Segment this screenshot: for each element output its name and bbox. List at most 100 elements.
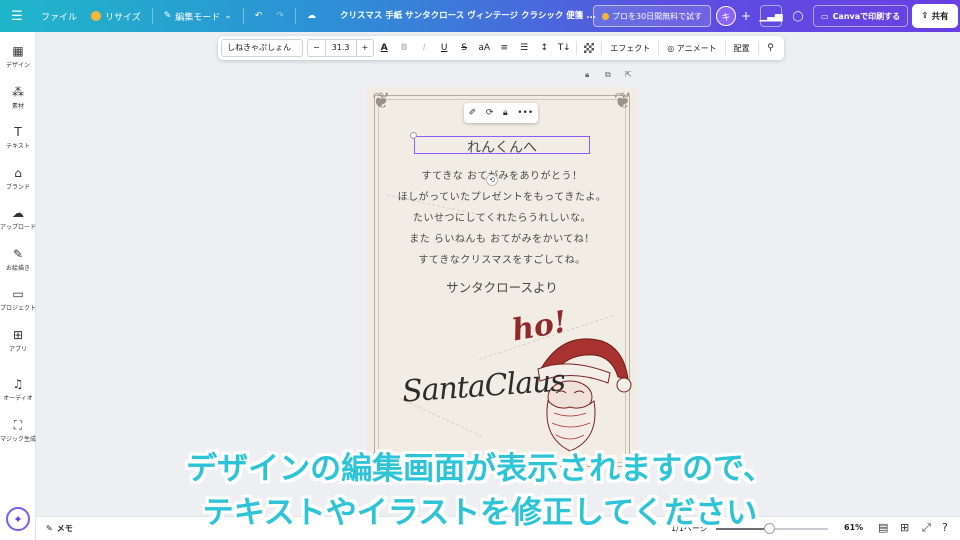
text-format-toolbar: しねきゃぷしょん − 31.3 + A B I U S aA ≡ ☰ ↕ T↓ … <box>218 36 784 60</box>
letter-line[interactable]: すてきなクリスマスをすごしてね。 <box>366 251 638 266</box>
sidebar-item-label: マジック生成 <box>0 436 37 443</box>
redo-button[interactable]: ↷ <box>269 0 291 32</box>
lock-page-icon[interactable]: 🔒︎ <box>585 70 589 80</box>
letter-line[interactable]: ほしがっていたプレゼントをもってきたよ。 <box>366 188 638 203</box>
font-size-increase-button[interactable]: + <box>357 40 374 56</box>
sidebar-item-upload[interactable]: ☁ アップロード <box>0 206 36 242</box>
more-options-icon[interactable]: ••• <box>517 108 533 118</box>
strikethrough-icon[interactable]: S <box>454 43 474 53</box>
bold-icon[interactable]: B <box>394 43 414 53</box>
subtitle-line-1: デザインの編集画面が表示されますので、 <box>186 451 774 487</box>
effects-button[interactable]: エフェクト <box>604 43 656 54</box>
letter-line[interactable]: すてきな おてがみをありがとう！ <box>366 167 638 182</box>
file-menu[interactable]: ファイル <box>34 0 84 32</box>
corner-ornament: ❦ <box>372 89 391 114</box>
magic-edit-icon[interactable]: ✐ <box>469 108 477 118</box>
rotate-handle-icon[interactable]: ⟲ <box>486 174 498 186</box>
sidebar-item-elements[interactable]: ⁂ 素材 <box>0 85 36 121</box>
letter-line[interactable]: たいせつにしてくれたらうれしいな。 <box>366 209 638 224</box>
resize-label: リサイズ <box>105 12 141 23</box>
letter-line[interactable]: また らいねんも おてがみをかいてね！ <box>366 230 638 245</box>
print-button[interactable]: ▭ Canvaで印刷する <box>813 5 909 27</box>
hamburger-icon[interactable]: ☰ <box>0 0 34 32</box>
font-size-stepper: − 31.3 + <box>307 39 375 57</box>
elements-icon: ⁂ <box>12 85 24 99</box>
bullet-list-icon[interactable]: ☰ <box>514 43 534 53</box>
document-title[interactable]: クリスマス 手紙 サンタクロース ヴィンテージ クラシック 便箋 ... <box>340 0 596 32</box>
animate-label: アニメート <box>676 43 717 53</box>
sidebar-item-draw[interactable]: ✎ お絵描き <box>0 247 36 283</box>
share-button[interactable]: ⇪ 共有 <box>912 4 958 28</box>
sidebar-item-projects[interactable]: ▭ プロジェクト <box>0 287 36 323</box>
pencil-icon: ✎ <box>163 11 172 21</box>
sidebar-item-label: アプリ <box>8 346 27 353</box>
pro-trial-label: プロを30日間無料で試す <box>612 11 703 21</box>
sidebar-item-label: お絵描き <box>5 265 30 272</box>
divider <box>724 41 726 55</box>
line-spacing-icon[interactable]: ↕ <box>534 43 554 53</box>
sidebar-item-apps[interactable]: ⊞ アプリ <box>0 328 36 364</box>
chevron-down-icon: ⌄ <box>224 11 232 21</box>
sidebar-item-label: 素材 <box>11 103 24 110</box>
sidebar-item-label: ブランド <box>5 184 30 191</box>
paint-roller-icon[interactable]: ⚲ <box>761 43 781 53</box>
font-size-input[interactable]: 31.3 <box>324 40 357 56</box>
letter-signature[interactable]: サンタクロースより <box>366 277 638 296</box>
pen-icon: ✎ <box>12 247 24 261</box>
edit-mode-dropdown[interactable]: ✎ 編集モード ⌄ <box>157 0 239 32</box>
layout-icon: ▦ <box>12 44 24 58</box>
folder-icon: ▭ <box>12 287 24 301</box>
duplicate-page-icon[interactable]: ⧉ <box>605 70 611 80</box>
design-canvas-page[interactable]: ❦ ❦ ❦ れんくんへ すてきな おてがみをありがとう！ ほしがっていたプレゼン… <box>366 87 638 475</box>
music-icon: ♫ <box>12 377 24 391</box>
cloud-sync-icon[interactable]: ☁ <box>300 0 323 32</box>
resize-handle[interactable] <box>410 132 417 139</box>
divider <box>294 8 296 24</box>
animate-icon: ◎ <box>667 43 675 53</box>
magic-image-icon: ⛶ <box>13 418 23 432</box>
crown-icon <box>602 12 609 20</box>
divider <box>242 8 244 24</box>
transparency-icon[interactable] <box>584 43 595 53</box>
divider <box>757 41 759 55</box>
corner-ornament: ❦ <box>613 89 632 114</box>
sidebar-item-label: アップロード <box>0 224 37 231</box>
undo-button[interactable]: ↶ <box>248 0 270 32</box>
text-color-icon[interactable]: A <box>374 43 394 53</box>
avatar[interactable]: キ <box>716 6 736 26</box>
divider <box>151 8 153 24</box>
sidebar-item-audio[interactable]: ♫ オーディオ <box>0 377 36 413</box>
animate-button[interactable]: ◎ アニメート <box>661 43 722 54</box>
subtitle-line-2: テキストやイラストを修正してください <box>202 495 758 531</box>
text-icon: T <box>14 125 22 139</box>
sidebar-item-text[interactable]: T テキスト <box>0 125 36 161</box>
pro-trial-button[interactable]: プロを30日間無料で試す <box>593 5 712 27</box>
divider <box>601 41 603 55</box>
position-button[interactable]: 配置 <box>728 43 756 54</box>
file-menu-label: ファイル <box>41 12 78 23</box>
underline-icon[interactable]: U <box>434 43 454 53</box>
divider <box>658 41 660 55</box>
upload-icon: ⇪ <box>921 11 929 21</box>
add-page-icon[interactable]: ⇱ <box>625 70 632 79</box>
brand-icon: ⌂ <box>14 166 22 180</box>
sidebar-item-label: オーディオ <box>3 395 33 402</box>
text-selection-box[interactable] <box>414 136 590 154</box>
align-center-icon[interactable]: ≡ <box>494 43 514 53</box>
sidebar-item-brand[interactable]: ⌂ ブランド <box>0 166 36 202</box>
italic-icon[interactable]: I <box>414 43 434 53</box>
vertical-text-icon[interactable]: T↓ <box>554 43 574 53</box>
top-bar: ☰ ファイル リサイズ ✎ 編集モード ⌄ ↶ ↷ ☁ クリスマス 手紙 サンタクロ… <box>0 0 960 32</box>
resize-button[interactable]: リサイズ <box>84 0 148 32</box>
refresh-icon[interactable]: ⟳ <box>486 108 494 118</box>
font-family-selector[interactable]: しねきゃぷしょん <box>221 39 303 57</box>
print-label: Canvaで印刷する <box>832 11 901 21</box>
sidebar-item-design[interactable]: ▦ デザイン <box>0 44 36 80</box>
comment-icon[interactable]: ◯ <box>787 5 809 27</box>
letter-case-icon[interactable]: aA <box>474 43 494 53</box>
lock-icon[interactable]: 🔒︎ <box>503 108 508 118</box>
font-size-decrease-button[interactable]: − <box>308 40 325 56</box>
analytics-icon[interactable]: ▁▃▅ <box>759 5 783 27</box>
add-collaborator-button[interactable]: + <box>738 6 754 26</box>
cloud-upload-icon: ☁ <box>12 206 24 220</box>
